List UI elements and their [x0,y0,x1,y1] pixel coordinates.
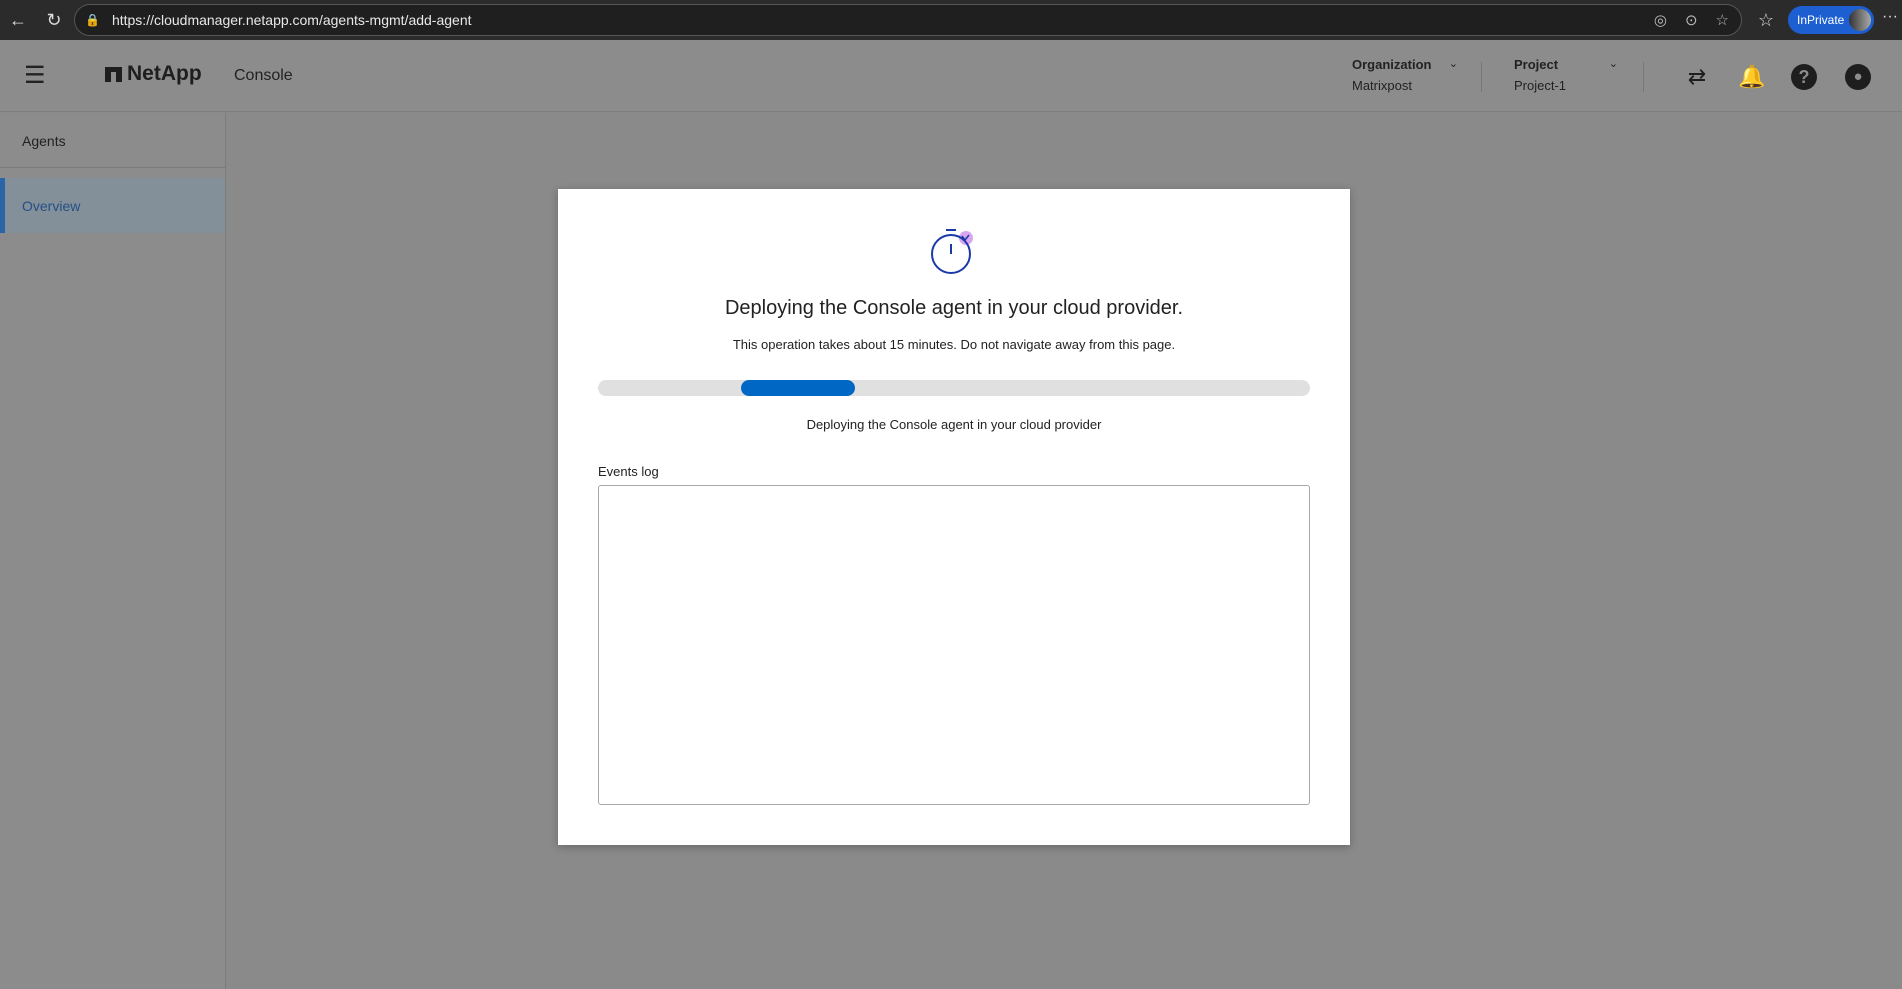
tracking-icon[interactable]: ◎ [1654,11,1667,29]
chevron-down-icon: ⌄ [1448,58,1458,70]
menu-icon[interactable]: ☰ [24,64,46,88]
back-icon[interactable]: ← [0,10,36,31]
project-selector[interactable]: Project Project-1 ⌄ [1514,57,1618,93]
product-name: Console [234,67,293,84]
inprivate-label: InPrivate [1797,13,1845,27]
favorites-icon[interactable]: ☆ [1748,10,1784,31]
inprivate-button[interactable]: InPrivate [1788,6,1874,34]
user-account-icon[interactable]: ● [1845,64,1871,90]
sidebar-item-overview[interactable]: Overview [0,178,225,233]
help-icon[interactable]: ? [1791,64,1817,90]
divider [1481,62,1482,92]
organization-selector[interactable]: Organization Matrixpost ⌄ [1352,57,1458,93]
brand-name: NetApp [127,62,202,85]
deploy-dialog: Deploying the Console agent in your clou… [558,189,1350,845]
netapp-mark-icon [105,66,122,82]
sidebar-section-agents[interactable]: Agents [0,113,225,168]
chevron-down-icon: ⌄ [1608,58,1618,70]
agents-switch-icon[interactable]: ⇄ [1684,64,1710,90]
events-log-label: Events log [598,464,659,479]
favorite-star-icon[interactable]: ☆ [1716,11,1729,29]
dialog-title: Deploying the Console agent in your clou… [724,297,1184,319]
progress-status: Deploying the Console agent in your clou… [806,417,1102,432]
progress-bar [598,380,1310,396]
stopwatch-icon [931,229,973,274]
avatar [1849,9,1871,31]
progress-bar-fill [741,380,855,396]
organization-label: Organization [1352,57,1432,72]
sidebar: Agents Overview [0,113,226,989]
netapp-logo[interactable]: NetApp [105,62,202,86]
dialog-subtitle: This operation takes about 15 minutes. D… [732,337,1176,352]
divider [1643,62,1644,92]
bell-icon[interactable]: 🔔 [1738,64,1765,90]
project-value: Project-1 [1514,78,1567,93]
events-log-textarea[interactable] [598,485,1310,805]
more-tools-icon[interactable]: ⊙ [1685,11,1698,29]
app-header: ☰ NetApp Console Organization Matrixpost… [0,40,1902,112]
more-icon[interactable]: ··· [1882,8,1898,26]
organization-value: Matrixpost [1352,78,1412,93]
browser-toolbar: ← ↻ 🔒 https://cloudmanager.netapp.com/ag… [0,0,1902,40]
project-label: Project [1514,57,1559,72]
address-bar[interactable]: 🔒 https://cloudmanager.netapp.com/agents… [74,4,1742,36]
url-text: https://cloudmanager.netapp.com/agents-m… [111,12,472,28]
lock-icon: 🔒 [85,13,100,27]
refresh-icon[interactable]: ↻ [36,10,72,31]
